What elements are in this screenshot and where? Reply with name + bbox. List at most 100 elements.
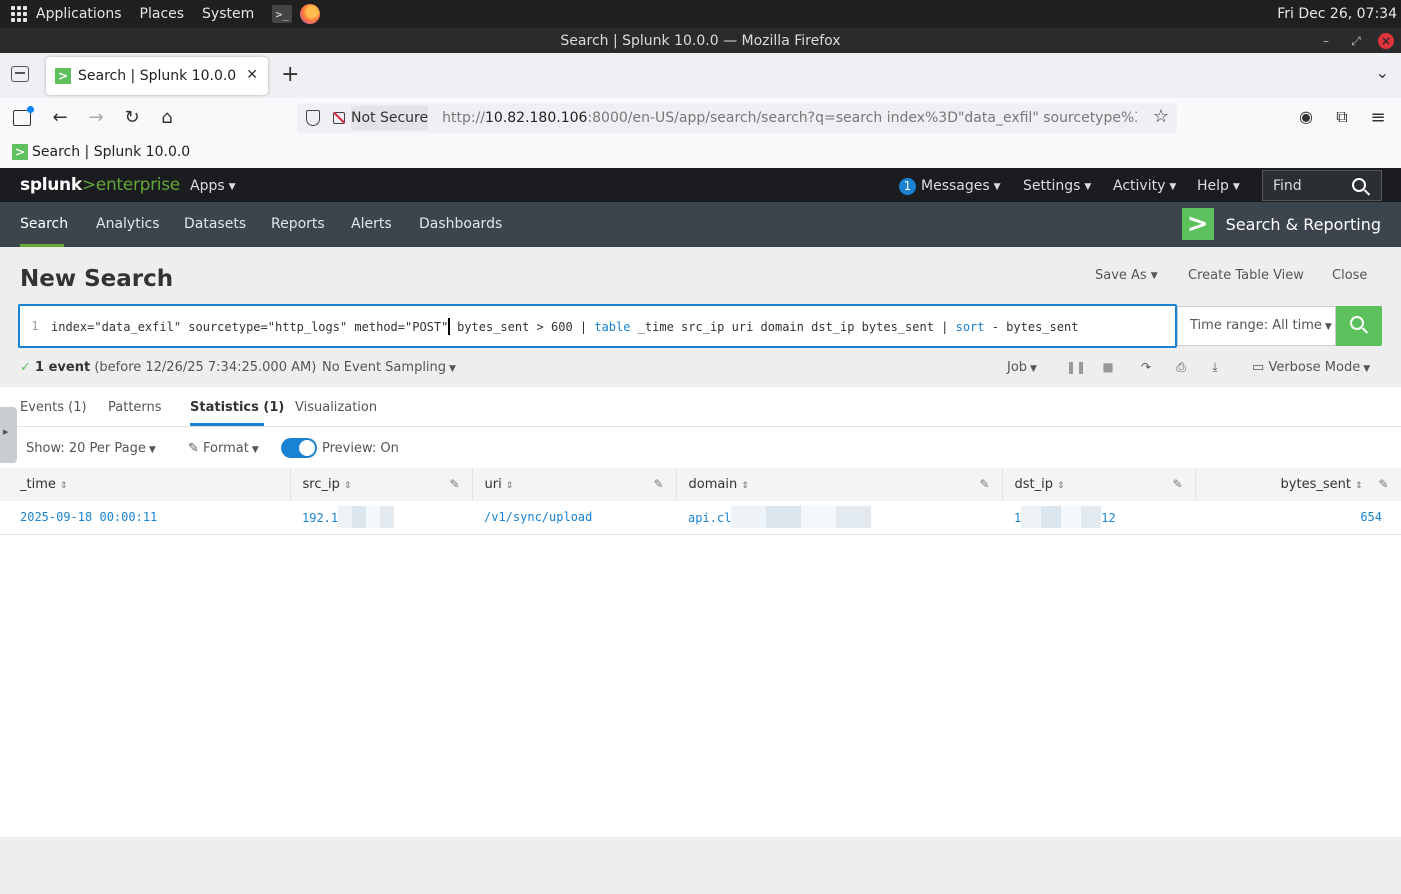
firefox-launcher-icon[interactable] [300, 4, 321, 24]
save-as-button[interactable]: Save As ▼ [1095, 268, 1158, 283]
edit-column-icon[interactable]: ✎ [653, 477, 663, 491]
sort-icon: ⇕ [1354, 481, 1363, 491]
tab-statistics[interactable]: Statistics (1) [190, 400, 284, 415]
forward-icon[interactable]: → [84, 107, 108, 128]
menu-applications[interactable]: Applications [36, 6, 122, 22]
time-range-picker[interactable]: Time range: All time ▼ [1177, 306, 1336, 346]
caret-down-icon: ▼ [1324, 322, 1332, 332]
create-table-view-button[interactable]: Create Table View [1188, 268, 1304, 283]
minimize-icon[interactable]: – [1318, 33, 1334, 49]
close-window-icon[interactable]: × [1378, 33, 1394, 49]
event-sampling-menu[interactable]: No Event Sampling ▼ [322, 360, 456, 375]
column-header-bytes-sent[interactable]: bytes_sent ⇕ ✎ [1195, 468, 1401, 501]
clock[interactable]: Fri Dec 26, 07:34 [1277, 6, 1397, 22]
cell-domain[interactable]: api.cl [676, 501, 1002, 535]
new-tab-icon[interactable]: + [281, 62, 299, 87]
monitor-icon: ▭ [1252, 360, 1265, 375]
cell-src-ip[interactable]: 192.1 [290, 501, 472, 535]
nav-datasets[interactable]: Datasets [184, 216, 246, 232]
close-button[interactable]: Close [1332, 268, 1367, 283]
tab-overview-icon[interactable] [11, 66, 29, 82]
share-icon[interactable]: ↷ [1138, 360, 1154, 374]
job-menu[interactable]: Job ▼ [1007, 360, 1037, 375]
apps-grid-icon[interactable] [11, 6, 27, 22]
nav-search[interactable]: Search [20, 216, 68, 232]
redacted-block [338, 506, 395, 529]
search-mode-menu[interactable]: ▭ Verbose Mode ▼ [1252, 360, 1370, 375]
tab-list-chevron-icon[interactable]: ⌄ [1376, 63, 1389, 82]
search-query-input[interactable]: 1 index="data_exfil" sourcetype="http_lo… [18, 304, 1177, 348]
column-header-uri[interactable]: uri ⇕ ✎ [472, 468, 677, 501]
run-search-button[interactable] [1336, 306, 1382, 346]
statistics-toolbar: Show: 20 Per Page ▼ ✎ Format ▼ Preview: On [0, 427, 1401, 468]
menu-system[interactable]: System [202, 6, 254, 22]
cell-uri[interactable]: /v1/sync/upload [472, 501, 676, 535]
tab-visualization[interactable]: Visualization [295, 400, 377, 415]
result-tabs: Events (1) Patterns Statistics (1) Visua… [0, 387, 1401, 427]
caret-down-icon: ▼ [449, 364, 456, 374]
bookmark-item[interactable]: > Search | Splunk 10.0.0 [12, 144, 190, 160]
edit-column-icon[interactable]: ✎ [1378, 477, 1388, 491]
splunk-logo[interactable]: splunk>enterprise [20, 175, 180, 195]
nav-alerts[interactable]: Alerts [351, 216, 392, 232]
account-icon[interactable]: ◉ [1294, 107, 1318, 126]
column-header-time[interactable]: _time ⇕ [0, 468, 291, 501]
reload-icon[interactable]: ↻ [120, 107, 144, 128]
tab-patterns[interactable]: Patterns [108, 400, 162, 415]
nav-reports[interactable]: Reports [271, 216, 325, 232]
insecure-lock-icon[interactable] [333, 112, 345, 124]
table-header-row: _time ⇕ src_ip ⇕ ✎ uri ⇕ ✎ domain ⇕ ✎ dst_ip ⇕ ✎ … [0, 468, 1401, 501]
url-text[interactable]: http://10.82.180.106:8000/en-US/app/sear… [442, 110, 1137, 126]
search-app-logo-icon: > [1181, 208, 1214, 240]
cell-bytes-sent[interactable]: 654 [1195, 501, 1401, 535]
activity-menu[interactable]: Activity ▼ [1113, 178, 1176, 194]
sort-icon: ⇕ [59, 481, 68, 491]
home-icon[interactable]: ⌂ [155, 107, 179, 128]
sidebar-collapse-handle[interactable] [0, 407, 17, 463]
tab-close-icon[interactable]: ✕ [246, 67, 258, 83]
column-header-dst-ip[interactable]: dst_ip ⇕ ✎ [1002, 468, 1196, 501]
search-icon[interactable] [1352, 178, 1366, 192]
extensions-icon[interactable]: ⧉ [1330, 107, 1354, 127]
app-menu-icon[interactable]: ≡ [1366, 107, 1390, 128]
preview-toggle[interactable] [281, 438, 317, 458]
table-row: 2025-09-18 00:00:11 192.1 /v1/sync/uploa… [0, 501, 1401, 535]
query-text[interactable]: index="data_exfil" sourcetype="http_logs… [51, 317, 1078, 335]
menu-places[interactable]: Places [140, 6, 185, 22]
maximize-icon[interactable]: ⤢ [1348, 33, 1364, 49]
edit-column-icon[interactable]: ✎ [449, 477, 459, 491]
messages-menu[interactable]: 1 Messages ▼ [899, 178, 1001, 195]
nav-analytics[interactable]: Analytics [96, 216, 160, 232]
app-brand[interactable]: > Search & Reporting [1181, 208, 1381, 240]
column-header-domain[interactable]: domain ⇕ ✎ [676, 468, 1003, 501]
stop-icon[interactable]: ■ [1100, 360, 1116, 374]
help-menu[interactable]: Help ▼ [1197, 178, 1240, 194]
search-status: ✓ 1 event (before 12/26/25 7:34:25.000 A… [20, 360, 317, 375]
pause-icon[interactable]: ❚❚ [1066, 360, 1086, 374]
bookmark-star-icon[interactable]: ☆ [1153, 106, 1169, 127]
column-header-src-ip[interactable]: src_ip ⇕ ✎ [290, 468, 473, 501]
nav-dashboards[interactable]: Dashboards [419, 216, 502, 232]
cell-dst-ip[interactable]: 1 12 [1002, 501, 1195, 535]
tab-events[interactable]: Events (1) [20, 400, 87, 415]
sidebar-icon[interactable] [13, 106, 34, 126]
edit-column-icon[interactable]: ✎ [1172, 477, 1182, 491]
cell-time[interactable]: 2025-09-18 00:00:11 [0, 501, 290, 535]
apps-menu[interactable]: Apps ▼ [190, 178, 236, 194]
settings-menu[interactable]: Settings ▼ [1023, 178, 1091, 194]
line-number: 1 [31, 319, 39, 333]
back-icon[interactable]: ← [48, 107, 72, 128]
print-icon[interactable]: ⎙ [1173, 360, 1189, 375]
browser-tab[interactable]: > Search | Splunk 10.0.0 ✕ [46, 57, 268, 95]
results-table: _time ⇕ src_ip ⇕ ✎ uri ⇕ ✎ domain ⇕ ✎ dst_ip ⇕ ✎ … [0, 468, 1401, 535]
format-menu[interactable]: ✎ Format ▼ [188, 441, 259, 456]
export-icon[interactable]: ⤓ [1207, 360, 1223, 375]
per-page-menu[interactable]: Show: 20 Per Page ▼ [26, 441, 156, 456]
tracking-shield-icon[interactable] [306, 110, 320, 126]
edit-column-icon[interactable]: ✎ [979, 477, 989, 491]
caret-down-icon: ▼ [228, 182, 236, 192]
not-secure-label[interactable]: Not Secure [351, 106, 429, 130]
url-bar[interactable]: Not Secure http://10.82.180.106:8000/en-… [297, 103, 1177, 133]
terminal-launcher-icon[interactable]: >_ [272, 5, 293, 23]
find-input[interactable] [1273, 178, 1363, 194]
